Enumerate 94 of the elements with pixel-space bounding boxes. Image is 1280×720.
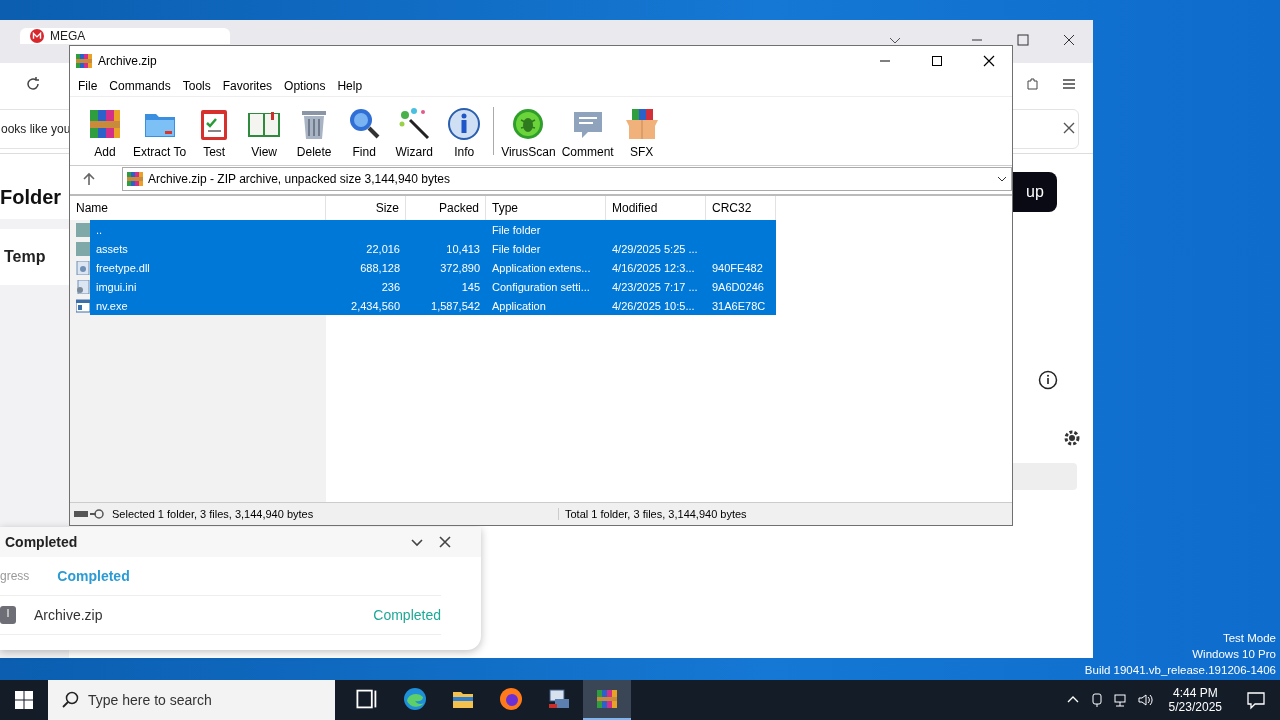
table-cell: 9A6D0246 [712,280,764,293]
reload-icon[interactable] [25,76,41,92]
table-cell: 4/29/2025 5:25 ... [612,242,698,255]
table-cell: 940FE482 [712,261,763,274]
table-cell: Application [492,299,546,312]
task-view-icon [355,687,379,711]
table-cell: 236 [381,280,400,293]
progress-status: Completed [57,568,130,584]
table-cell[interactable]: nv.exe [96,299,128,312]
menu-item[interactable]: Commands [103,79,177,93]
menu-item[interactable]: Help [331,79,369,93]
network-icon[interactable] [1112,692,1129,708]
drive-key-icon [74,509,106,519]
computer-icon [547,687,571,711]
windows-logo-icon [15,691,33,709]
fox-globe-icon [499,687,523,711]
table-cell: 688,128 [360,261,400,274]
toolbar-button[interactable]: Info [439,104,490,161]
menu-item[interactable]: File [72,79,104,93]
window-icon [76,298,90,313]
toolbar-button[interactable]: View [239,104,290,161]
toolbar-button[interactable]: Test [189,104,240,161]
zip-file-icon [0,606,16,624]
progress-label: gress [0,569,30,583]
status-text: Total 1 folder, 3 files, 3,144,940 bytes [558,508,753,520]
menu-item[interactable]: Favorites [216,79,279,93]
box-icon [623,106,660,142]
table-cell: File folder [492,223,541,236]
table-cell: 31A6E78C [712,299,766,312]
info-icon [446,106,483,142]
column-header[interactable]: Name [70,196,326,220]
table-cell[interactable]: imgui.ini [96,280,137,293]
table-cell: 4/26/2025 10:5... [612,299,695,312]
status-text: Selected 1 folder, 3 files, 3,144,940 bytes [111,508,315,520]
table-cell[interactable]: assets [96,242,128,255]
table-cell: 372,890 [440,261,480,274]
menu-icon[interactable] [1061,76,1077,92]
toolbar-button[interactable]: Extract To [130,104,190,161]
speaker-icon[interactable] [1136,692,1153,708]
table-cell[interactable]: .. [96,223,103,236]
books-icon [127,171,143,187]
toolbar-button[interactable]: Find [339,104,390,161]
toolbar-button[interactable]: Comment [558,104,617,161]
close-icon[interactable] [439,536,451,548]
table-cell[interactable]: freetype.dll [96,261,150,274]
maximize-icon[interactable] [1015,32,1031,48]
os-notice: Test Mode Windows 10 Pro Build 19041.vb_release.191206-1406 [1084,631,1276,678]
table-cell: 22,016 [366,242,400,255]
table-cell: 145 [461,280,480,293]
table-cell: Application extens... [492,261,591,274]
table-cell: 4/16/2025 12:3... [612,261,695,274]
notification-icon[interactable] [1246,690,1266,710]
maximize-icon [931,55,943,67]
page-heading: Folder [0,154,69,219]
toolbar-button[interactable]: VirusScan [498,104,559,161]
up-arrow-icon[interactable] [82,172,96,186]
sign-up-button[interactable]: up [1013,172,1057,212]
file-name[interactable]: Archive.zip [34,607,346,623]
table-cell: 2,434,560 [351,299,400,312]
browser-tab[interactable]: MEGA [20,28,230,44]
clock-date[interactable]: 5/23/2025 [1168,700,1222,714]
table-cell: File folder [492,242,541,255]
logo-icon [30,29,44,43]
table-cell: 10,413 [446,242,480,255]
swirl-icon [403,687,427,711]
table-cell: 4/23/2025 7:17 ... [612,280,698,293]
search-icon [62,691,80,709]
settings-icon[interactable] [1063,429,1081,447]
books-icon [595,687,619,711]
clock-time[interactable]: 4:44 PM [1172,686,1218,700]
books-icon [76,53,92,69]
table-cell: Configuration setti... [492,280,590,293]
puzzle-icon[interactable] [1025,76,1041,92]
search-field[interactable]: Type here to search [48,680,335,720]
menu-item[interactable]: Tools [176,79,217,93]
field-background [1013,463,1077,490]
chevron-icon[interactable] [411,536,423,548]
sidebar-item[interactable]: Temp [0,229,69,285]
toolbar-button[interactable]: Add [80,104,130,161]
toolbar-button[interactable]: Delete [289,104,340,161]
toolbar-button[interactable]: SFX [616,104,667,161]
window-title: Archive.zip [98,54,158,68]
menu-item[interactable]: Options [278,79,332,93]
path-combobox[interactable]: Archive.zip - ZIP archive, unpacked size 3,144,940 bytes [122,167,1012,191]
close-icon[interactable] [1063,122,1075,134]
gear-file-icon [76,279,90,294]
panel-title: Completed [5,534,79,550]
table-cell: 1,587,542 [431,299,480,312]
info-icon[interactable] [1038,370,1058,390]
close-icon [983,55,995,67]
toolbar-button[interactable]: Wizard [389,104,440,161]
download-status: Completed [373,607,441,623]
chevron-icon [997,174,1007,184]
close-icon[interactable] [1061,32,1077,48]
